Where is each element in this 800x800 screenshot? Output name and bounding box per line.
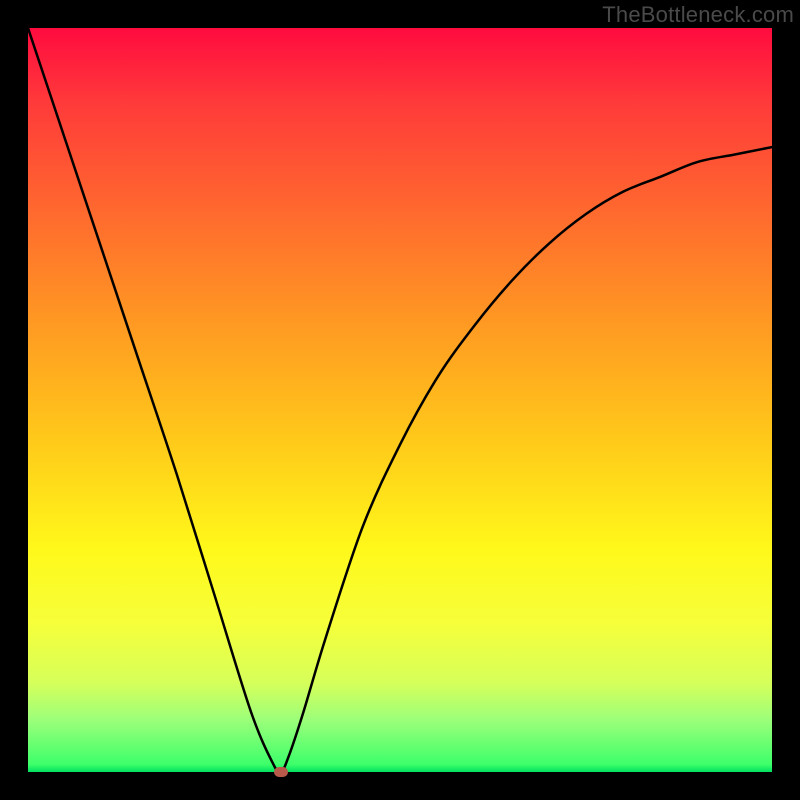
curve-svg xyxy=(28,28,772,772)
optimal-point-marker xyxy=(274,767,288,777)
plot-area xyxy=(28,28,772,772)
watermark-label: TheBottleneck.com xyxy=(602,2,794,28)
chart-frame: TheBottleneck.com xyxy=(0,0,800,800)
bottleneck-curve-path xyxy=(28,28,772,772)
